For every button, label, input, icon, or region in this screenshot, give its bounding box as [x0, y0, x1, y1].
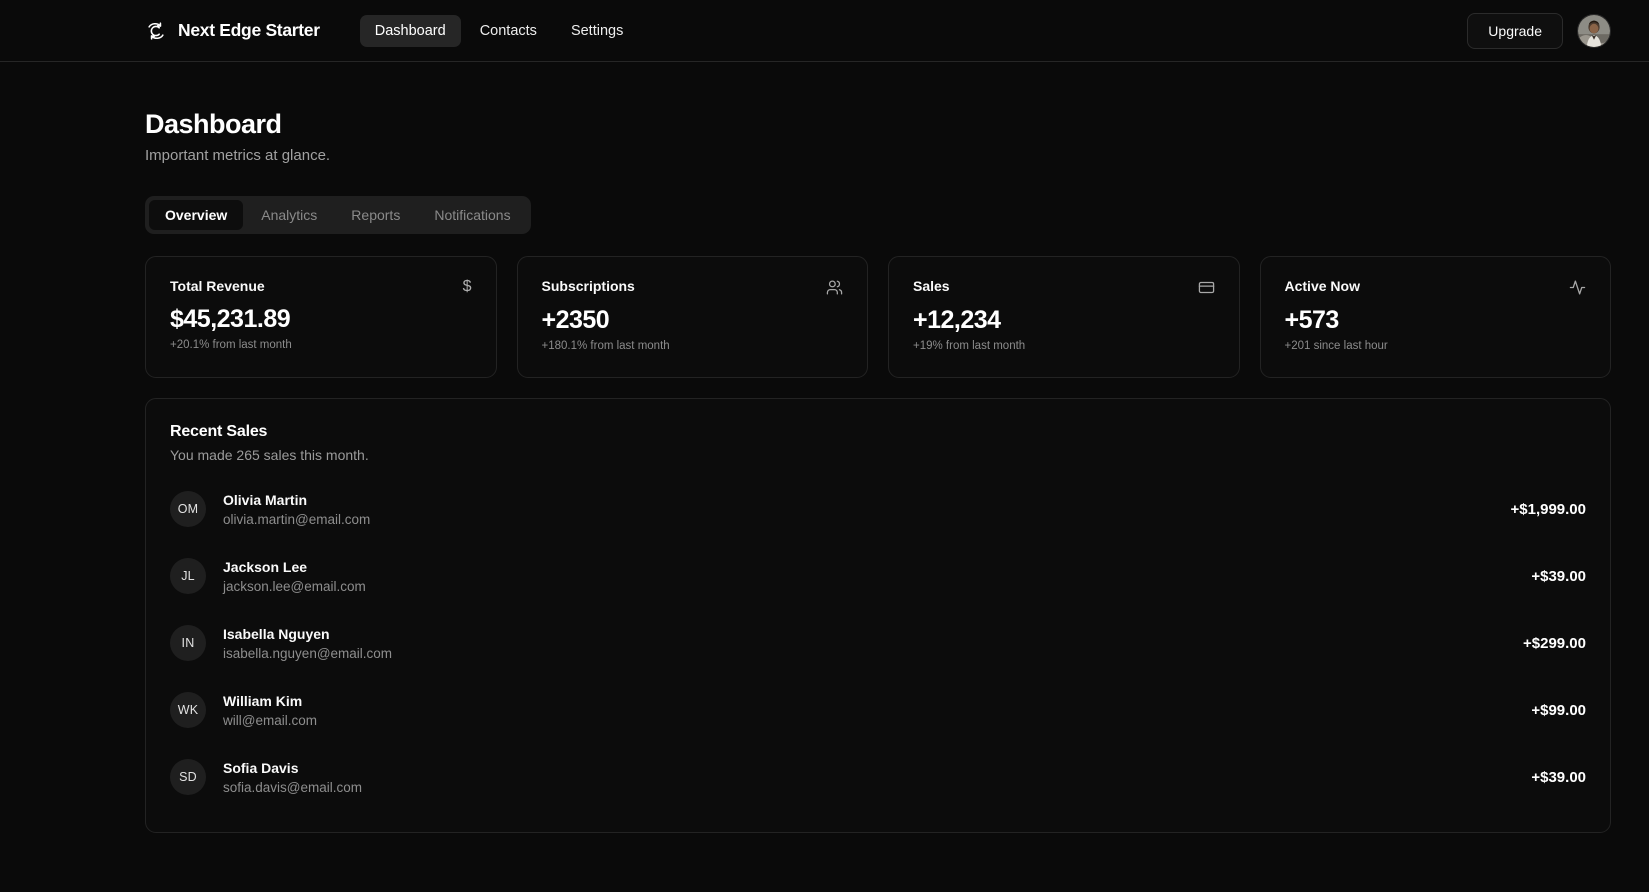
customer-email: isabella.nguyen@email.com: [223, 646, 392, 662]
page-subtitle: Important metrics at glance.: [145, 147, 1611, 164]
tab-notifications[interactable]: Notifications: [418, 200, 526, 230]
recent-sales-list: OM Olivia Martin olivia.martin@email.com…: [170, 480, 1586, 806]
brand-name: Next Edge Starter: [178, 20, 320, 41]
tab-reports[interactable]: Reports: [335, 200, 416, 230]
stat-card-header: Total Revenue $: [170, 279, 472, 295]
sale-info: Olivia Martin olivia.martin@email.com: [223, 492, 370, 528]
avatar-initials: SD: [170, 759, 206, 795]
activity-pulse-icon: [1569, 279, 1586, 296]
customer-email: jackson.lee@email.com: [223, 579, 366, 595]
upgrade-button[interactable]: Upgrade: [1467, 13, 1563, 49]
customer-name: Isabella Nguyen: [223, 626, 392, 642]
customer-email: sofia.davis@email.com: [223, 780, 362, 796]
sale-info: William Kim will@email.com: [223, 693, 317, 729]
avatar-initials: IN: [170, 625, 206, 661]
sale-amount: +$39.00: [1531, 769, 1586, 786]
recycle-loop-logo-icon: [145, 20, 167, 42]
page-title: Dashboard: [145, 108, 1611, 140]
stat-label: Active Now: [1285, 279, 1360, 294]
sale-info: Sofia Davis sofia.davis@email.com: [223, 760, 362, 796]
tab-bar: Overview Analytics Reports Notifications: [145, 196, 531, 234]
brand-logo-group[interactable]: Next Edge Starter: [145, 20, 320, 42]
nav-link-contacts[interactable]: Contacts: [465, 15, 552, 47]
stat-label: Total Revenue: [170, 279, 265, 294]
avatar-initials: OM: [170, 491, 206, 527]
stat-card-total-revenue: Total Revenue $ $45,231.89 +20.1% from l…: [145, 256, 497, 378]
stat-value: $45,231.89: [170, 305, 472, 334]
topbar-right-group: Upgrade: [1467, 13, 1611, 49]
stat-card-active-now: Active Now +573 +201 since last hour: [1260, 256, 1612, 378]
recent-sales-subtitle: You made 265 sales this month.: [170, 447, 1586, 463]
avatar-initials: JL: [170, 558, 206, 594]
tab-overview[interactable]: Overview: [149, 200, 243, 230]
sale-info: Isabella Nguyen isabella.nguyen@email.co…: [223, 626, 392, 662]
list-item[interactable]: SD Sofia Davis sofia.davis@email.com +$3…: [170, 748, 1586, 806]
primary-nav: Dashboard Contacts Settings: [360, 15, 639, 47]
nav-link-dashboard[interactable]: Dashboard: [360, 15, 461, 47]
sale-amount: +$99.00: [1531, 702, 1586, 719]
stat-sublabel: +20.1% from last month: [170, 339, 472, 351]
stat-sublabel: +180.1% from last month: [542, 340, 844, 352]
stat-sublabel: +19% from last month: [913, 340, 1215, 352]
customer-name: Sofia Davis: [223, 760, 362, 776]
stat-value: +12,234: [913, 306, 1215, 335]
stat-sublabel: +201 since last hour: [1285, 340, 1587, 352]
list-item[interactable]: OM Olivia Martin olivia.martin@email.com…: [170, 480, 1586, 538]
credit-card-icon: [1198, 279, 1215, 296]
avatar-photo-icon: [1578, 15, 1610, 47]
customer-email: olivia.martin@email.com: [223, 512, 370, 528]
sale-amount: +$1,999.00: [1511, 501, 1587, 518]
list-item[interactable]: IN Isabella Nguyen isabella.nguyen@email…: [170, 614, 1586, 672]
customer-name: Olivia Martin: [223, 492, 370, 508]
avatar-initials: WK: [170, 692, 206, 728]
recent-sales-card: Recent Sales You made 265 sales this mon…: [145, 398, 1611, 833]
avatar[interactable]: [1577, 14, 1611, 48]
tab-analytics[interactable]: Analytics: [245, 200, 333, 230]
page-content: Dashboard Important metrics at glance. O…: [0, 62, 1649, 833]
stat-card-header: Subscriptions: [542, 279, 844, 296]
customer-email: will@email.com: [223, 713, 317, 729]
recent-sales-title: Recent Sales: [170, 423, 1586, 441]
users-icon: [826, 279, 843, 296]
dollar-sign-icon: $: [463, 279, 472, 295]
stat-value: +2350: [542, 306, 844, 335]
sale-amount: +$299.00: [1523, 635, 1586, 652]
stat-cards-row: Total Revenue $ $45,231.89 +20.1% from l…: [145, 256, 1611, 378]
stat-value: +573: [1285, 306, 1587, 335]
list-item[interactable]: WK William Kim will@email.com +$99.00: [170, 681, 1586, 739]
stat-card-header: Active Now: [1285, 279, 1587, 296]
customer-name: William Kim: [223, 693, 317, 709]
customer-name: Jackson Lee: [223, 559, 366, 575]
top-navigation-bar: Next Edge Starter Dashboard Contacts Set…: [0, 0, 1649, 62]
sale-info: Jackson Lee jackson.lee@email.com: [223, 559, 366, 595]
sale-amount: +$39.00: [1531, 568, 1586, 585]
stat-card-header: Sales: [913, 279, 1215, 296]
stat-label: Subscriptions: [542, 279, 635, 294]
stat-card-subscriptions: Subscriptions +2350 +180.1% from last mo…: [517, 256, 869, 378]
stat-label: Sales: [913, 279, 950, 294]
nav-link-settings[interactable]: Settings: [556, 15, 638, 47]
stat-card-sales: Sales +12,234 +19% from last month: [888, 256, 1240, 378]
list-item[interactable]: JL Jackson Lee jackson.lee@email.com +$3…: [170, 547, 1586, 605]
